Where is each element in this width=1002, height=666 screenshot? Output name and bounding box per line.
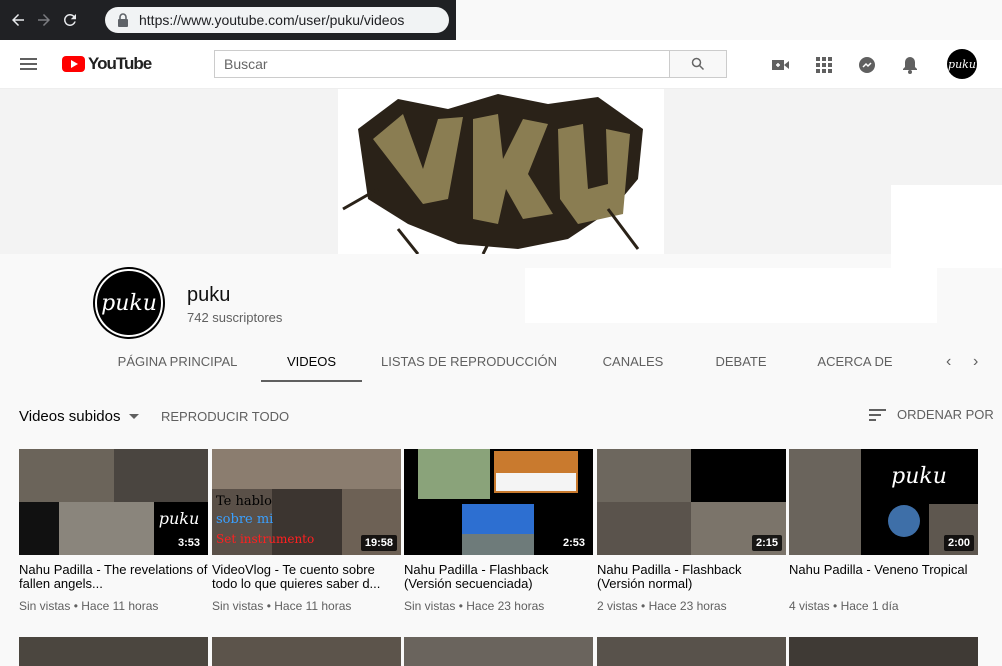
video-card[interactable]: Te hablo sobre mi Set instrumento 19:58 … xyxy=(212,449,401,613)
video-thumbnail[interactable]: puku 3:53 xyxy=(19,449,208,555)
search-input[interactable] xyxy=(214,50,669,78)
banner-graffiti-logo xyxy=(338,89,664,254)
sort-by-button[interactable]: ORDENAR POR xyxy=(869,407,994,422)
account-avatar[interactable]: puku xyxy=(947,49,977,79)
video-duration: 2:53 xyxy=(558,535,589,551)
video-thumbnail[interactable] xyxy=(789,637,978,666)
lock-icon xyxy=(118,13,128,27)
section-title: Videos subidos xyxy=(19,408,121,425)
apps-grid-icon[interactable] xyxy=(813,54,835,76)
tab-channels[interactable]: CANALES xyxy=(591,341,675,382)
forward-arrow-icon[interactable] xyxy=(31,0,57,40)
video-card[interactable]: puku 3:53 Nahu Padilla - The revelations… xyxy=(19,449,208,613)
upload-age: Hace 11 horas xyxy=(81,599,159,613)
tab-discussion[interactable]: DEBATE xyxy=(705,341,777,382)
channel-name: puku xyxy=(187,284,231,306)
video-thumbnail[interactable] xyxy=(597,637,786,666)
view-count: 2 vistas xyxy=(597,599,638,613)
avatar-logo-text: puku xyxy=(101,291,157,316)
video-thumbnail[interactable] xyxy=(19,637,208,666)
search-icon xyxy=(691,57,705,71)
sort-icon xyxy=(869,408,886,421)
tab-playlists[interactable]: LISTAS DE REPRODUCCIÓN xyxy=(378,341,560,382)
upload-age: Hace 23 horas xyxy=(648,599,727,613)
tab-home[interactable]: PÁGINA PRINCIPAL xyxy=(110,341,245,382)
channel-banner xyxy=(0,89,1002,254)
sort-by-label: ORDENAR POR xyxy=(897,407,994,422)
menu-icon[interactable] xyxy=(19,55,39,73)
video-metadata: Sin vistas • Hace 23 horas xyxy=(404,599,545,613)
browser-toolbar: https://www.youtube.com/user/puku/videos xyxy=(0,0,456,40)
video-thumbnail[interactable]: puku 2:00 xyxy=(789,449,978,555)
upload-age: Hace 11 horas xyxy=(274,599,352,613)
view-count: Sin vistas xyxy=(404,599,456,613)
url-text: https://www.youtube.com/user/puku/videos xyxy=(139,12,405,28)
video-card[interactable]: puku 2:00 Nahu Padilla - Veneno Tropical… xyxy=(789,449,978,613)
view-count: Sin vistas xyxy=(19,599,71,613)
svg-text:puku: puku xyxy=(159,509,200,528)
video-title[interactable]: Nahu Padilla - Veneno Tropical xyxy=(789,563,978,591)
thumbnail-overlay-text: Te hablo xyxy=(216,494,272,509)
caret-down-icon xyxy=(129,414,140,419)
video-duration: 19:58 xyxy=(360,535,397,551)
youtube-masthead: YouTube puku xyxy=(0,40,1002,89)
view-count: Sin vistas xyxy=(212,599,264,613)
tab-videos[interactable]: VIDEOS xyxy=(261,341,362,382)
back-arrow-icon[interactable] xyxy=(5,0,31,40)
reload-icon[interactable] xyxy=(57,0,83,40)
video-card[interactable]: 2:15 Nahu Padilla - Flashback (Versión n… xyxy=(597,449,786,613)
video-thumbnail[interactable]: Te hablo sobre mi Set instrumento 19:58 xyxy=(212,449,401,555)
video-duration: 2:00 xyxy=(943,535,974,551)
video-metadata: 4 vistas • Hace 1 día xyxy=(789,599,899,613)
uploads-filter-dropdown[interactable]: Videos subidos xyxy=(19,408,140,425)
blank-area xyxy=(525,268,937,323)
video-duration: 2:15 xyxy=(751,535,782,551)
video-metadata: 2 vistas • Hace 23 horas xyxy=(597,599,727,613)
video-thumbnail[interactable]: 2:53 xyxy=(404,449,593,555)
messages-icon[interactable] xyxy=(856,54,878,76)
search-channel-icon[interactable]: ‹ xyxy=(946,353,951,371)
thumbnail-overlay-text: sobre mi xyxy=(216,512,273,527)
video-thumbnail[interactable] xyxy=(212,637,401,666)
search-button[interactable] xyxy=(669,50,727,78)
video-thumbnail[interactable]: 2:15 xyxy=(597,449,786,555)
avatar-logo-text: puku xyxy=(948,58,976,71)
video-title[interactable]: VideoVlog - Te cuento sobre todo lo que … xyxy=(212,563,401,591)
youtube-logo[interactable]: YouTube xyxy=(62,54,152,74)
video-metadata: Sin vistas • Hace 11 horas xyxy=(19,599,159,613)
tab-about[interactable]: ACERCA DE xyxy=(810,341,900,382)
channel-avatar[interactable]: puku xyxy=(93,267,165,339)
video-duration: 3:53 xyxy=(173,535,204,551)
video-title[interactable]: Nahu Padilla - The revelations of fallen… xyxy=(19,563,208,591)
notifications-bell-icon[interactable] xyxy=(899,54,921,76)
thumbnail-overlay-text: Set instrumento xyxy=(216,532,314,546)
address-bar[interactable]: https://www.youtube.com/user/puku/videos xyxy=(105,7,449,33)
video-metadata: Sin vistas • Hace 11 horas xyxy=(212,599,352,613)
play-all-button[interactable]: REPRODUCIR TODO xyxy=(161,409,289,424)
chevron-right-icon[interactable]: › xyxy=(973,353,978,371)
search-bar xyxy=(214,50,727,78)
blank-area xyxy=(891,254,1002,268)
svg-text:puku: puku xyxy=(891,464,947,489)
video-card[interactable]: 2:53 Nahu Padilla - Flashback (Versión s… xyxy=(404,449,593,613)
channel-tabs: PÁGINA PRINCIPAL VIDEOS LISTAS DE REPROD… xyxy=(0,341,1002,382)
upload-age: Hace 23 horas xyxy=(466,599,545,613)
upload-video-icon[interactable] xyxy=(770,54,792,76)
subscriber-count: 742 suscriptores xyxy=(187,310,283,325)
upload-age: Hace 1 día xyxy=(840,599,899,613)
view-count: 4 vistas xyxy=(789,599,830,613)
video-title[interactable]: Nahu Padilla - Flashback (Versión normal… xyxy=(597,563,786,591)
youtube-logo-text: YouTube xyxy=(88,54,152,73)
video-thumbnail[interactable] xyxy=(404,637,593,666)
video-title[interactable]: Nahu Padilla - Flashback (Versión secuen… xyxy=(404,563,593,591)
banner-blank-area xyxy=(891,185,1002,254)
channel-header: puku puku 742 suscriptores PÁGINA PRINCI… xyxy=(0,254,1002,383)
youtube-play-icon xyxy=(62,56,85,72)
